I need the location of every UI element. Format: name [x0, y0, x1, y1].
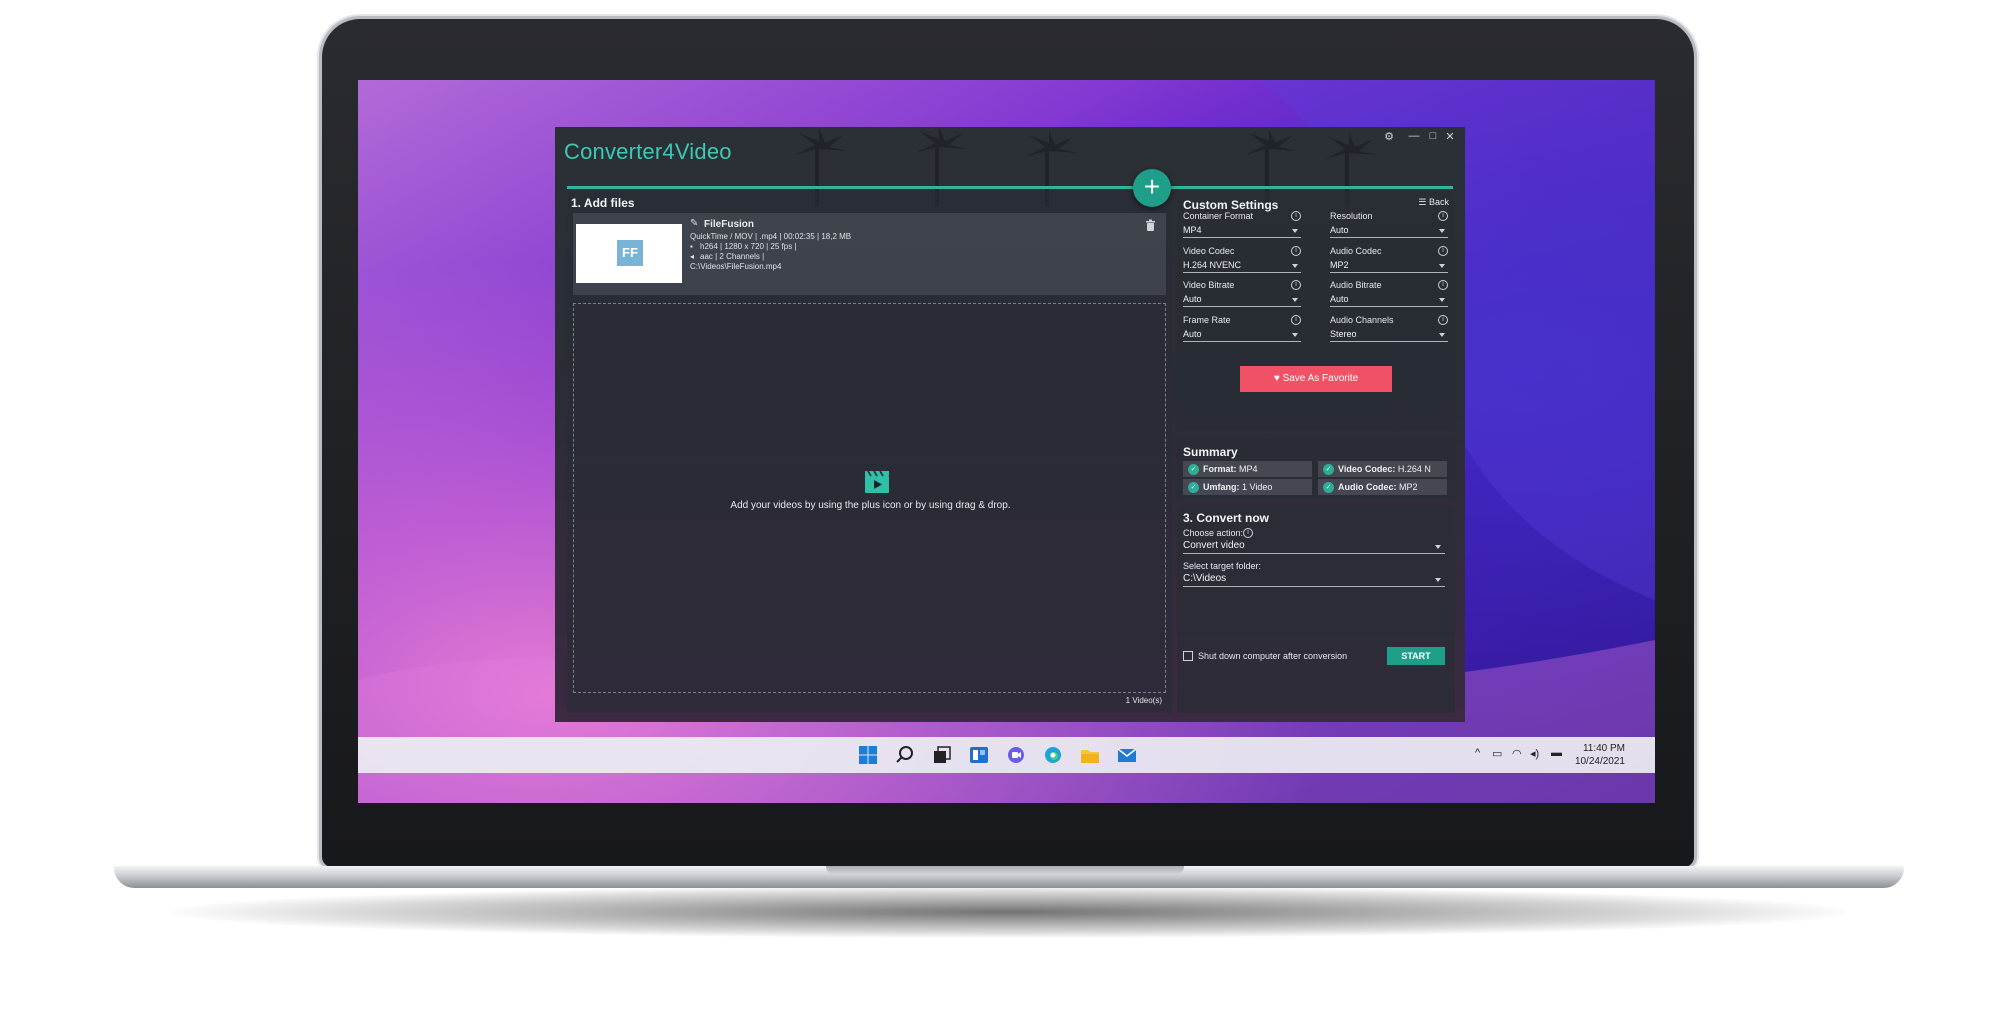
- container-format-field: Container Format i MP4: [1183, 211, 1301, 238]
- check-icon: ✓: [1323, 482, 1334, 493]
- add-files-panel: 1. Add files FF ✎ FileFusion QuickTime /…: [567, 191, 1172, 713]
- screen: Converter4Video ⚙ — □ ✕ 1. Add files FF …: [358, 80, 1655, 803]
- file-path: C:\Videos\FileFusion.mp4: [690, 262, 782, 271]
- frame-rate-field: Frame Rate i Auto: [1183, 315, 1301, 342]
- back-button[interactable]: ☰ Back: [1418, 197, 1449, 208]
- converter-window: Converter4Video ⚙ — □ ✕ 1. Add files FF …: [555, 127, 1465, 722]
- app-title: Converter4Video: [564, 139, 732, 164]
- video-codec-select[interactable]: H.264 NVENC: [1183, 260, 1301, 273]
- audio-codec-select[interactable]: MP2: [1330, 260, 1448, 273]
- filefusion-logo: FF: [617, 240, 643, 266]
- wifi-icon[interactable]: ◠: [1512, 747, 1522, 760]
- audio-bitrate-select[interactable]: Auto: [1330, 294, 1448, 307]
- action-select[interactable]: Convert video: [1183, 540, 1445, 554]
- info-icon[interactable]: i: [1291, 211, 1301, 221]
- audio-channels-field: Audio Channels i Stereo: [1330, 315, 1448, 342]
- add-video-plus-button[interactable]: +: [1133, 169, 1171, 207]
- laptop-shadow: [170, 886, 1850, 938]
- summary-format: ✓ Format: MP4: [1183, 461, 1312, 477]
- resolution-field: Resolution i Auto: [1330, 211, 1448, 238]
- file-name: FileFusion: [704, 219, 754, 230]
- summary-umfang: ✓ Umfang: 1 Video: [1183, 479, 1312, 495]
- header-accent-line-right: [1153, 186, 1453, 189]
- save-as-favorite-button[interactable]: ♥ Save As Favorite: [1240, 366, 1392, 392]
- taskbar: ^ ▭ ◠ ◂) ▬ 11:40 PM 10/24/2021: [358, 737, 1655, 773]
- custom-settings-panel: Custom Settings ☰ Back Container Format i…: [1177, 191, 1455, 431]
- file-card[interactable]: FF ✎ FileFusion QuickTime / MOV | .mp4 |…: [573, 213, 1166, 295]
- check-icon: ✓: [1188, 464, 1199, 475]
- info-icon[interactable]: i: [1438, 211, 1448, 221]
- device-icon[interactable]: ▭: [1492, 747, 1502, 760]
- summary-panel: Summary ✓ Format: MP4 ✓ Video Codec: H.264…: [1177, 439, 1455, 499]
- laptop-mockup: Converter4Video ⚙ — □ ✕ 1. Add files FF …: [0, 0, 2010, 1023]
- clock-time: 11:40 PM: [1582, 743, 1625, 754]
- info-icon[interactable]: i: [1291, 315, 1301, 325]
- chat-icon[interactable]: [1006, 745, 1026, 765]
- convert-title: 3. Convert now: [1183, 511, 1270, 525]
- shutdown-label: Shut down computer after conversion: [1198, 651, 1348, 661]
- system-clock[interactable]: 11:40 PM 10/24/2021: [1575, 742, 1625, 768]
- check-icon: ✓: [1188, 482, 1199, 493]
- edge-browser-icon[interactable]: [1043, 745, 1063, 765]
- tray-chevron-up-icon[interactable]: ^: [1475, 747, 1480, 759]
- info-icon[interactable]: i: [1438, 280, 1448, 290]
- audio-codec-field: Audio Codec i MP2: [1330, 246, 1448, 273]
- video-codec-field: Video Codec i H.264 NVENC: [1183, 246, 1301, 273]
- audio-channels-select[interactable]: Stereo: [1330, 329, 1448, 342]
- info-icon[interactable]: i: [1438, 315, 1448, 325]
- drop-hint: Add your videos by using the plus icon o…: [730, 500, 1011, 511]
- search-icon[interactable]: [895, 745, 915, 765]
- laptop-notch: [826, 866, 1184, 875]
- add-files-title: 1. Add files: [571, 196, 635, 210]
- convert-panel: 3. Convert now Choose action: i Convert …: [1177, 505, 1455, 713]
- widgets-icon[interactable]: [969, 745, 989, 765]
- speaker-icon: ◂: [690, 252, 695, 261]
- video-thumbnail: FF: [576, 224, 682, 283]
- info-icon[interactable]: i: [1291, 246, 1301, 256]
- target-folder-select[interactable]: C:\Videos: [1183, 573, 1445, 587]
- audio-stream-info: ◂ aac | 2 Channels |: [690, 252, 765, 261]
- container-info: QuickTime / MOV | .mp4 | 00:02:35 | 18,2…: [690, 232, 852, 241]
- task-view-icon[interactable]: [932, 745, 952, 765]
- frame-rate-select[interactable]: Auto: [1183, 329, 1301, 342]
- menu-icon: ☰: [1418, 197, 1429, 207]
- resolution-select[interactable]: Auto: [1330, 225, 1448, 238]
- rename-pencil-icon[interactable]: ✎: [690, 218, 698, 229]
- summary-title: Summary: [1183, 445, 1238, 459]
- clapperboard-icon: [865, 470, 889, 493]
- battery-icon[interactable]: ▬: [1551, 747, 1562, 759]
- container-format-select[interactable]: MP4: [1183, 225, 1301, 238]
- minimize-button[interactable]: —: [1405, 130, 1423, 142]
- info-icon[interactable]: i: [1243, 528, 1253, 538]
- custom-settings-title: Custom Settings: [1183, 198, 1279, 212]
- target-folder-label: Select target folder:: [1183, 561, 1262, 571]
- summary-video-codec: ✓ Video Codec: H.264 N: [1318, 461, 1447, 477]
- audio-bitrate-field: Audio Bitrate i Auto: [1330, 280, 1448, 307]
- volume-icon[interactable]: ◂): [1530, 747, 1539, 760]
- check-icon: ✓: [1323, 464, 1334, 475]
- choose-action-label: Choose action:: [1183, 528, 1244, 538]
- video-count: 1 Video(s): [1125, 696, 1162, 705]
- windows-start-icon[interactable]: [858, 745, 878, 765]
- video-camera-icon: ▪: [690, 242, 693, 251]
- info-icon[interactable]: i: [1291, 280, 1301, 290]
- settings-gear-icon[interactable]: ⚙: [1380, 130, 1398, 143]
- summary-audio-codec: ✓ Audio Codec: MP2: [1318, 479, 1447, 495]
- header-accent-line: [567, 186, 1161, 189]
- heart-icon: ♥: [1273, 373, 1283, 384]
- maximize-button[interactable]: □: [1424, 130, 1442, 142]
- shutdown-checkbox[interactable]: [1183, 651, 1193, 661]
- trash-icon[interactable]: [1145, 219, 1156, 231]
- mail-icon[interactable]: [1117, 745, 1137, 765]
- drop-zone[interactable]: Add your videos by using the plus icon o…: [573, 303, 1166, 693]
- close-button[interactable]: ✕: [1441, 130, 1459, 143]
- file-explorer-icon[interactable]: [1080, 745, 1100, 765]
- clock-date: 10/24/2021: [1574, 756, 1625, 767]
- video-bitrate-field: Video Bitrate i Auto: [1183, 280, 1301, 307]
- video-stream-info: ▪ h264 | 1280 x 720 | 25 fps |: [690, 242, 797, 251]
- video-bitrate-select[interactable]: Auto: [1183, 294, 1301, 307]
- start-button[interactable]: START: [1387, 647, 1445, 665]
- info-icon[interactable]: i: [1438, 246, 1448, 256]
